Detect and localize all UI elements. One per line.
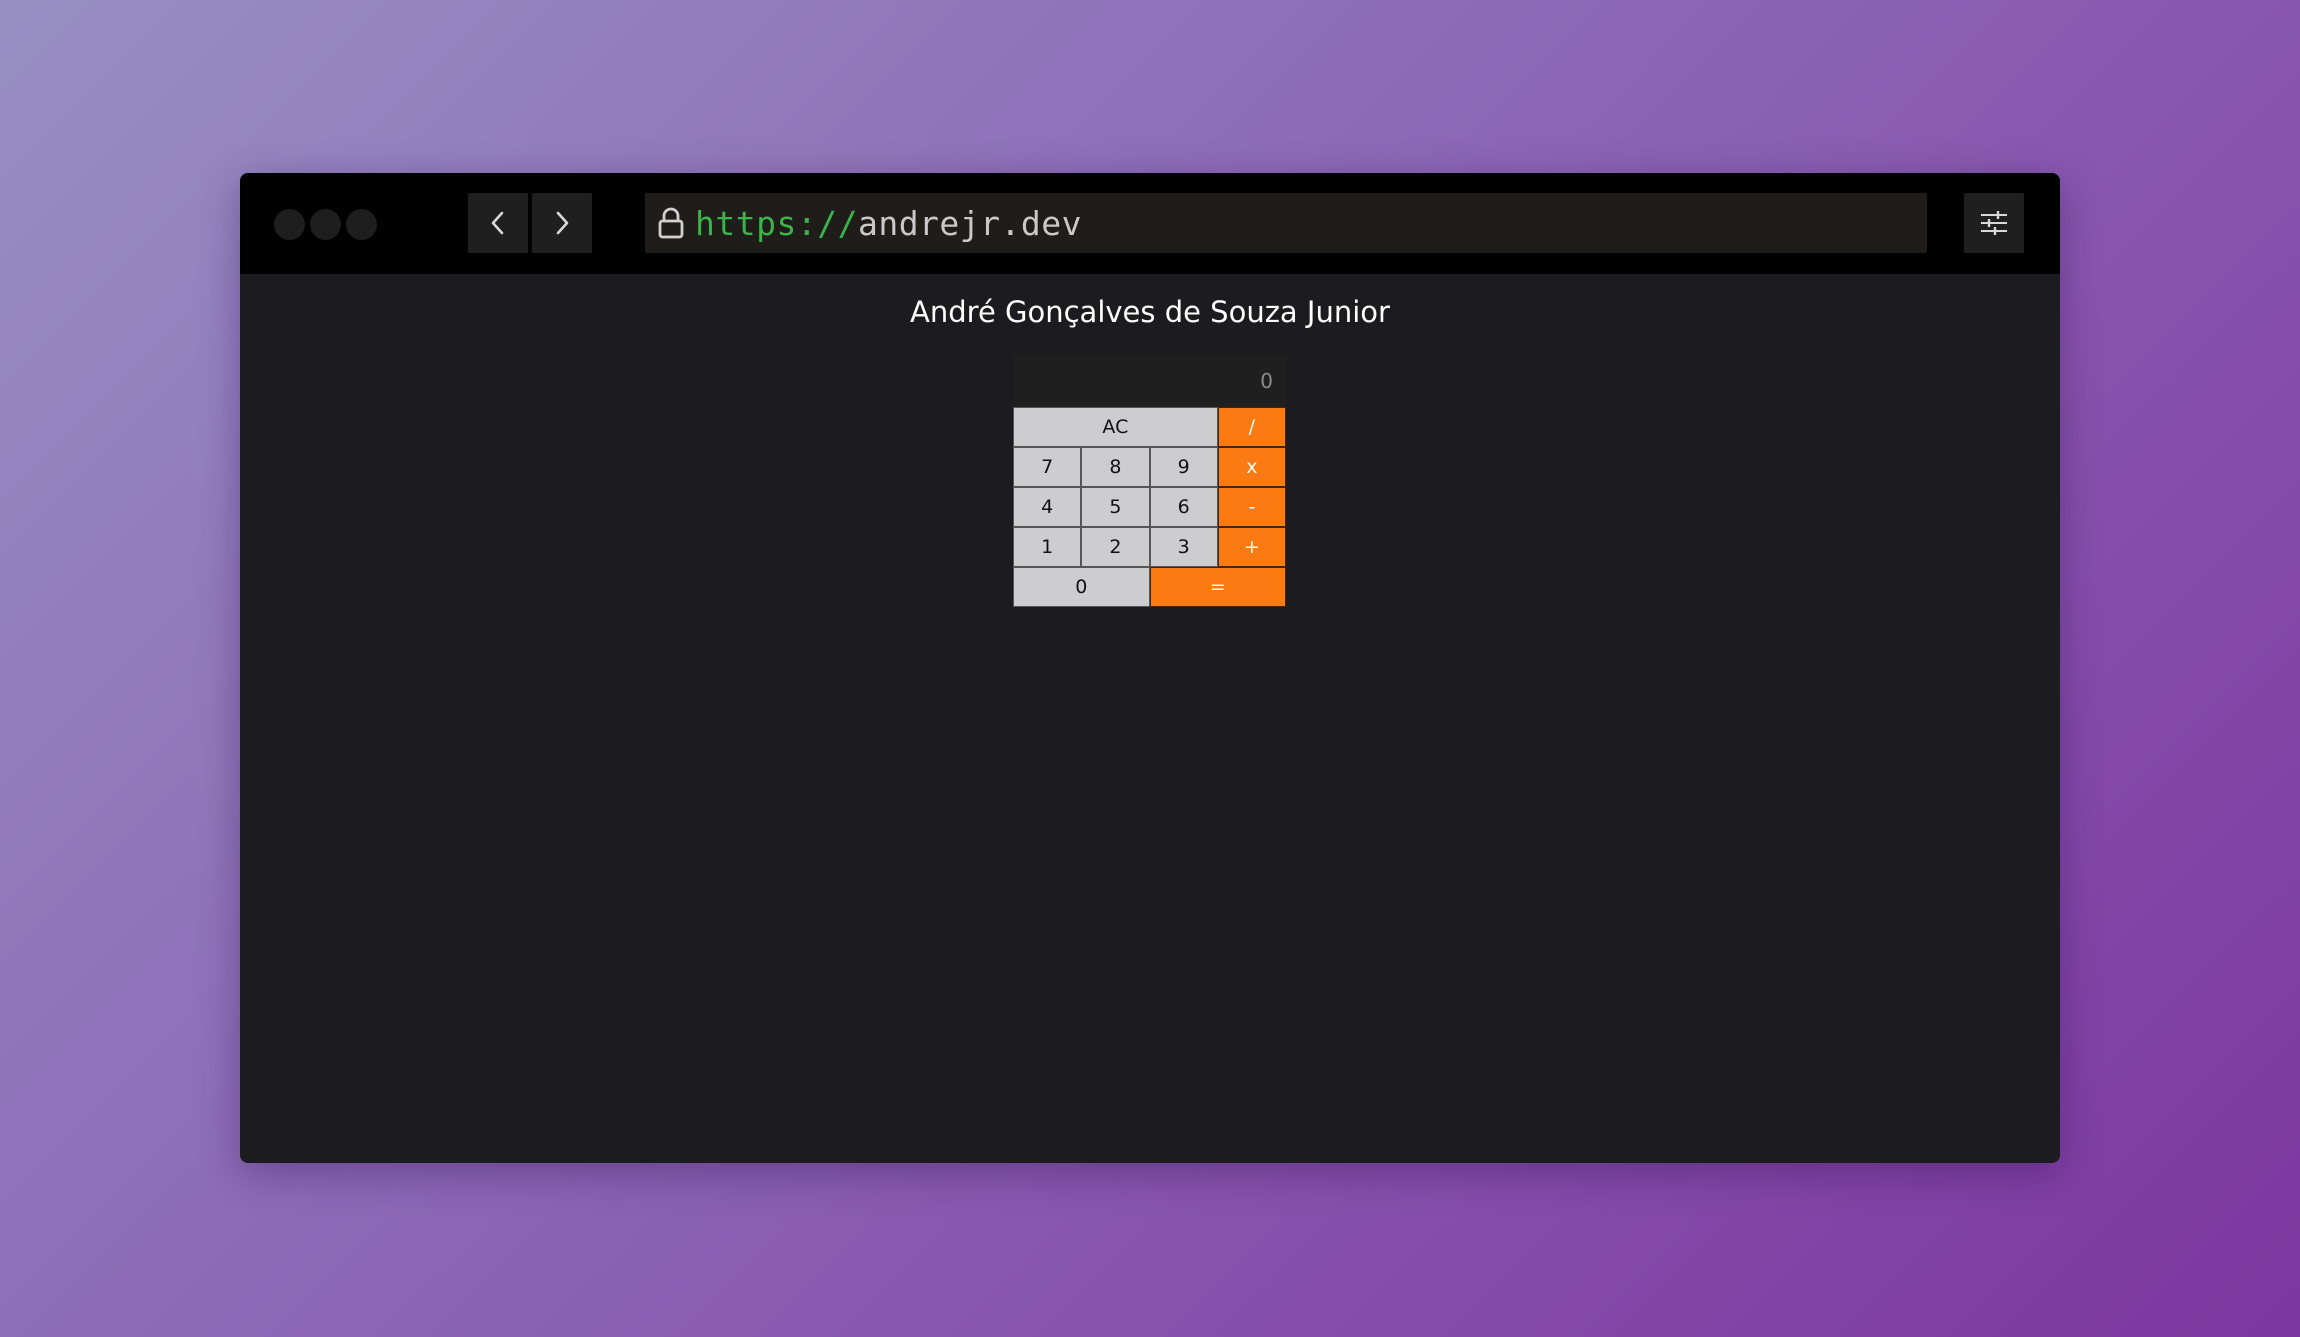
window-control-maximize[interactable]: [346, 209, 377, 240]
digit-4-button[interactable]: 4: [1013, 487, 1082, 527]
digit-2-button[interactable]: 2: [1081, 527, 1150, 567]
address-bar[interactable]: https://andrejr.dev: [645, 193, 1927, 253]
digit-5-button[interactable]: 5: [1081, 487, 1150, 527]
chevron-left-icon: [491, 211, 504, 235]
calculator: 0 AC / 7 8 9 x 4 5 6 - 1 2 3 + 0 =: [1013, 355, 1286, 607]
divide-button[interactable]: /: [1217, 407, 1286, 447]
url-host: andrejr.dev: [857, 203, 1082, 243]
digit-3-button[interactable]: 3: [1149, 527, 1218, 567]
digit-6-button[interactable]: 6: [1149, 487, 1218, 527]
digit-8-button[interactable]: 8: [1081, 447, 1150, 487]
clear-button[interactable]: AC: [1013, 407, 1218, 447]
digit-0-button[interactable]: 0: [1013, 567, 1150, 607]
page-title: André Gonçalves de Souza Junior: [910, 295, 1390, 329]
digit-9-button[interactable]: 9: [1149, 447, 1218, 487]
url-text: https://andrejr.dev: [695, 204, 1082, 243]
chevron-right-icon: [556, 211, 569, 235]
digit-7-button[interactable]: 7: [1013, 447, 1082, 487]
url-scheme: https://: [695, 203, 858, 243]
window-control-close[interactable]: [274, 209, 305, 240]
back-button[interactable]: [468, 193, 528, 253]
lock-icon: [655, 205, 687, 241]
subtract-button[interactable]: -: [1217, 487, 1286, 527]
calculator-keypad: AC / 7 8 9 x 4 5 6 - 1 2 3 + 0 =: [1013, 407, 1286, 607]
digit-1-button[interactable]: 1: [1013, 527, 1082, 567]
multiply-button[interactable]: x: [1217, 447, 1286, 487]
settings-button[interactable]: [1964, 193, 2024, 253]
browser-window: https://andrejr.dev André Gonçalves de S…: [240, 173, 2060, 1163]
calculator-display: 0: [1013, 355, 1286, 407]
add-button[interactable]: +: [1217, 527, 1286, 567]
window-control-minimize[interactable]: [310, 209, 341, 240]
forward-button[interactable]: [532, 193, 592, 253]
equals-button[interactable]: =: [1149, 567, 1286, 607]
sliders-icon: [1981, 211, 2007, 235]
browser-toolbar: https://andrejr.dev: [240, 173, 2060, 274]
